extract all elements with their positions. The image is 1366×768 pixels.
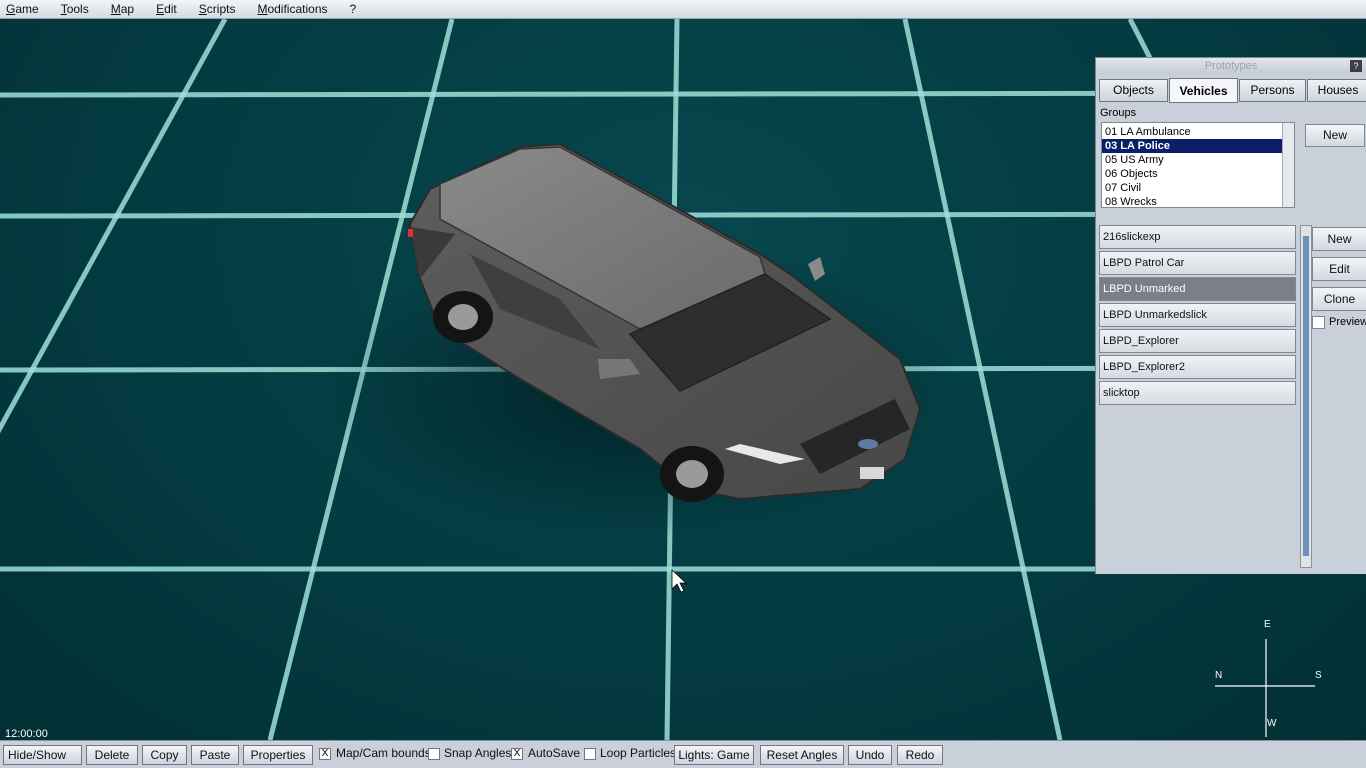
scrollbar-thumb[interactable]: [1303, 236, 1309, 556]
menu-help[interactable]: ?: [344, 0, 367, 19]
vehicle-item-lbpd-explorer2[interactable]: LBPD_Explorer2: [1099, 355, 1296, 379]
menu-tools[interactable]: Tools: [55, 0, 99, 19]
compass-east-label: E: [1264, 619, 1271, 630]
preview-checkbox[interactable]: [1312, 316, 1325, 329]
tab-persons[interactable]: Persons: [1239, 79, 1306, 102]
menu-modifications[interactable]: Modifications: [251, 0, 337, 19]
autosave-label: AutoSave: [528, 746, 581, 760]
group-item-wrecks[interactable]: 08 Wrecks: [1102, 195, 1283, 207]
tab-houses[interactable]: Houses: [1307, 79, 1366, 102]
group-item-objects[interactable]: 06 Objects: [1102, 167, 1283, 181]
game-clock: 12:00:00: [5, 728, 48, 740]
mouse-cursor: [671, 569, 688, 593]
hide-show-button[interactable]: Hide/Show: [3, 745, 82, 765]
prototype-tabs: Objects Vehicles Persons Houses: [1099, 78, 1366, 103]
vehicle-item-lbpd-unmarked[interactable]: LBPD Unmarked: [1099, 277, 1296, 301]
vehicle-item-lbpd-unmarkedslick[interactable]: LBPD Unmarkedslick: [1099, 303, 1296, 327]
autosave-checkbox[interactable]: X: [511, 748, 523, 760]
vehicle-item-lbpd-explorer[interactable]: LBPD_Explorer: [1099, 329, 1296, 353]
preview-label: Preview: [1329, 316, 1366, 328]
clone-vehicle-button[interactable]: Clone: [1312, 287, 1366, 311]
redo-button[interactable]: Redo: [897, 745, 943, 765]
group-item-la-ambulance[interactable]: 01 LA Ambulance: [1102, 125, 1283, 139]
vehicle-list-scrollbar[interactable]: [1300, 225, 1312, 568]
compass-north-label: N: [1215, 670, 1223, 681]
edit-vehicle-button[interactable]: Edit: [1312, 257, 1366, 281]
prototypes-title: Prototypes: [1204, 60, 1258, 72]
group-item-la-police[interactable]: 03 LA Police: [1102, 139, 1283, 153]
menu-bar: Game Tools Map Edit Scripts Modification…: [0, 0, 1366, 19]
delete-button[interactable]: Delete: [86, 745, 138, 765]
prototypes-title-bar[interactable]: Prototypes ?: [1096, 58, 1366, 74]
loop-particles-checkbox[interactable]: [584, 748, 596, 760]
vehicle-item-slicktop[interactable]: slicktop: [1099, 381, 1296, 405]
help-icon[interactable]: ?: [1350, 60, 1362, 72]
tab-vehicles[interactable]: Vehicles: [1169, 78, 1238, 103]
vehicle-item-216slickexp[interactable]: 216slickexp: [1099, 225, 1296, 249]
snap-angles-checkbox[interactable]: [428, 748, 440, 760]
menu-edit[interactable]: Edit: [150, 0, 187, 19]
menu-map[interactable]: Map: [105, 0, 144, 19]
compass-rose: [1215, 639, 1315, 737]
groups-label: Groups: [1100, 107, 1137, 119]
map-cam-bounds-checkbox[interactable]: X: [319, 748, 331, 760]
groups-list[interactable]: 01 LA Ambulance 03 LA Police 05 US Army …: [1101, 122, 1295, 208]
compass-south-label: S: [1315, 670, 1322, 681]
group-item-civil[interactable]: 07 Civil: [1102, 181, 1283, 195]
groups-scrollbar[interactable]: [1282, 123, 1294, 207]
properties-button[interactable]: Properties: [243, 745, 313, 765]
copy-button[interactable]: Copy: [142, 745, 187, 765]
snap-angles-label: Snap Angles: [444, 746, 512, 760]
vehicle-list: 216slickexp LBPD Patrol Car LBPD Unmarke…: [1099, 225, 1297, 407]
loop-particles-label: Loop Particles: [600, 746, 677, 760]
paste-button[interactable]: Paste: [191, 745, 239, 765]
new-group-button[interactable]: New: [1305, 124, 1365, 147]
bottom-toolbar: Hide/Show Delete Copy Paste Properties X…: [0, 740, 1366, 768]
prototypes-panel: Prototypes ? Objects Vehicles Persons Ho…: [1095, 57, 1366, 574]
reset-angles-button[interactable]: Reset Angles: [760, 745, 844, 765]
tab-objects[interactable]: Objects: [1099, 79, 1168, 102]
new-vehicle-button[interactable]: New: [1312, 227, 1366, 251]
map-cam-bounds-label: Map/Cam bounds: [336, 746, 431, 760]
menu-scripts[interactable]: Scripts: [193, 0, 246, 19]
lights-game-button[interactable]: Lights: Game: [674, 745, 754, 765]
compass-west-label: W: [1267, 718, 1277, 729]
group-item-us-army[interactable]: 05 US Army: [1102, 153, 1283, 167]
menu-game[interactable]: Game: [0, 0, 49, 19]
undo-button[interactable]: Undo: [848, 745, 892, 765]
vehicle-item-lbpd-patrol-car[interactable]: LBPD Patrol Car: [1099, 251, 1296, 275]
